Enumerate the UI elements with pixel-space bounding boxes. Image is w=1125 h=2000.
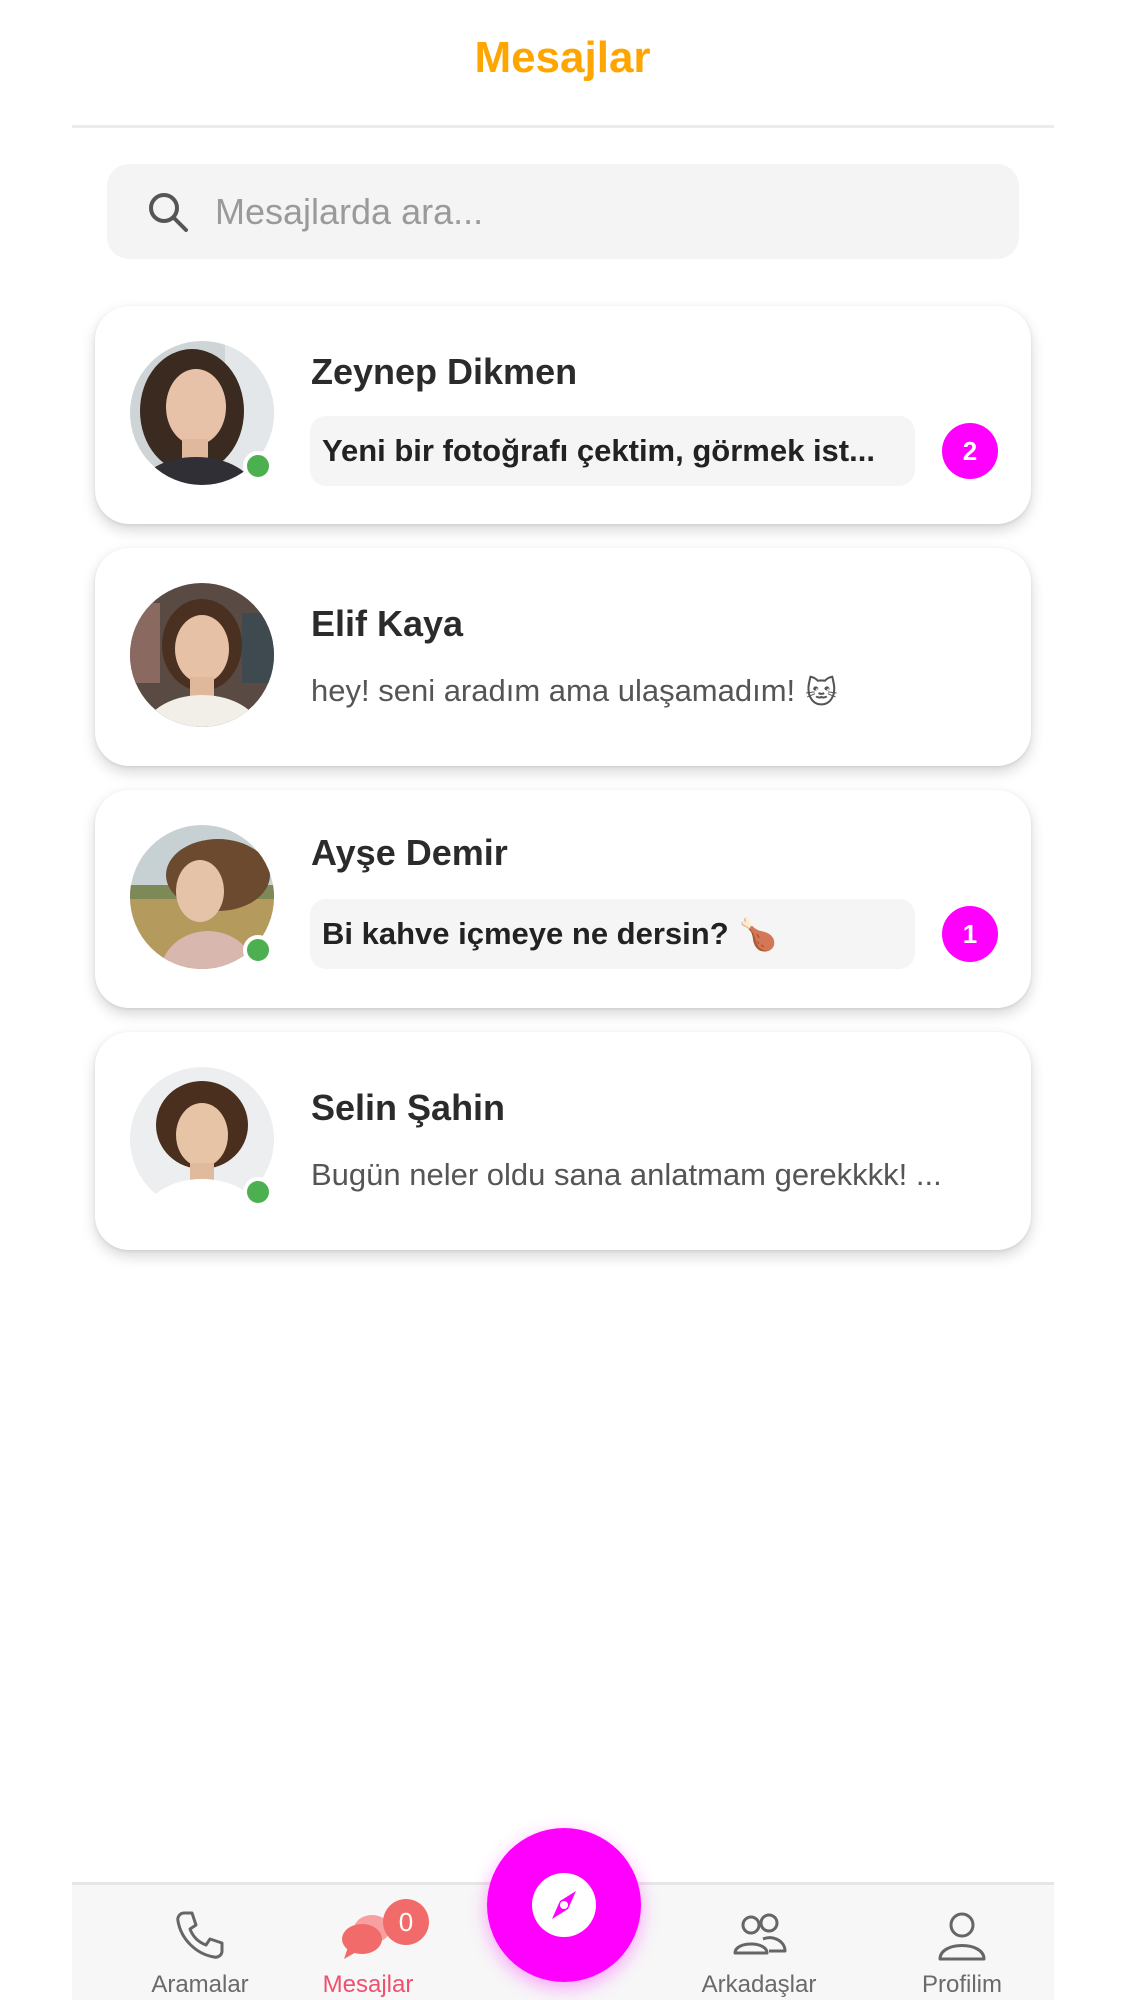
online-indicator <box>243 1177 273 1207</box>
nav-label-messages: Mesajlar <box>322 1971 414 1998</box>
online-indicator <box>243 451 273 481</box>
nav-label-calls: Aramalar <box>151 1971 249 1998</box>
conversation-item[interactable]: Zeynep Dikmen Yeni bir fotoğrafı çektim,… <box>95 306 1031 524</box>
page-title: Mesajlar <box>474 32 651 82</box>
avatar-container <box>130 341 274 485</box>
search-bar[interactable] <box>107 164 1019 259</box>
header: Mesajlar <box>0 0 1125 127</box>
last-message-preview: Bi kahve içmeye ne dersin? 🍗 <box>310 899 915 969</box>
drumstick-emoji: 🍗 <box>738 916 778 952</box>
nav-item-messages[interactable]: 0 Mesajlar <box>268 1885 468 2000</box>
explore-fab-button[interactable] <box>487 1828 641 1982</box>
message-text: hey! seni aradım ama ulaşamadım! <box>311 673 796 708</box>
cat-emoji: 🐱 <box>805 674 838 710</box>
header-divider <box>72 125 1054 128</box>
avatar-container <box>130 825 274 969</box>
conversation-item[interactable]: Selin Şahin Bugün neler oldu sana anlatm… <box>95 1032 1031 1250</box>
search-input[interactable] <box>215 190 975 233</box>
message-text: Yeni bir fotoğrafı çektim, görmek ist... <box>322 433 875 468</box>
conversation-item[interactable]: Elif Kaya hey! seni aradım ama ulaşamadı… <box>95 548 1031 766</box>
last-message-preview: Yeni bir fotoğrafı çektim, görmek ist... <box>310 416 915 486</box>
user-icon <box>938 1912 986 1961</box>
contact-name: Elif Kaya <box>311 603 464 644</box>
online-indicator <box>243 935 273 965</box>
unread-count-badge: 1 <box>942 906 998 962</box>
users-icon <box>733 1913 787 1955</box>
last-message-preview: Bugün neler oldu sana anlatmam gerekkkk!… <box>311 1157 942 1193</box>
nav-item-friends[interactable]: Arkadaşlar <box>659 1885 859 2000</box>
conversation-item[interactable]: Ayşe Demir Bi kahve içmeye ne dersin? 🍗 1 <box>95 790 1031 1008</box>
messages-badge: 0 <box>383 1899 429 1945</box>
avatar <box>130 583 274 727</box>
contact-name: Ayşe Demir <box>311 832 508 873</box>
nav-label-friends: Arkadaşlar <box>701 1971 817 1998</box>
search-icon <box>149 192 188 232</box>
avatar-container <box>130 1067 274 1211</box>
avatar-container <box>130 583 274 727</box>
messages-screen: Mesajlar Zeynep Dikmen Yeni bir fotoğraf… <box>0 0 1125 2000</box>
unread-count-badge: 2 <box>942 423 998 479</box>
nav-label-profile: Profilim <box>921 1971 1002 1998</box>
compass-icon <box>532 1873 596 1937</box>
message-text: Bugün neler oldu sana anlatmam gerekkkk!… <box>311 1157 942 1192</box>
nav-item-profile[interactable]: Profilim <box>862 1885 1062 2000</box>
message-text: Bi kahve içmeye ne dersin? <box>322 916 729 951</box>
phone-icon <box>176 1911 224 1959</box>
contact-name: Zeynep Dikmen <box>311 351 578 392</box>
contact-name: Selin Şahin <box>311 1087 506 1128</box>
last-message-preview: hey! seni aradım ama ulaşamadım! 🐱 <box>311 673 838 711</box>
